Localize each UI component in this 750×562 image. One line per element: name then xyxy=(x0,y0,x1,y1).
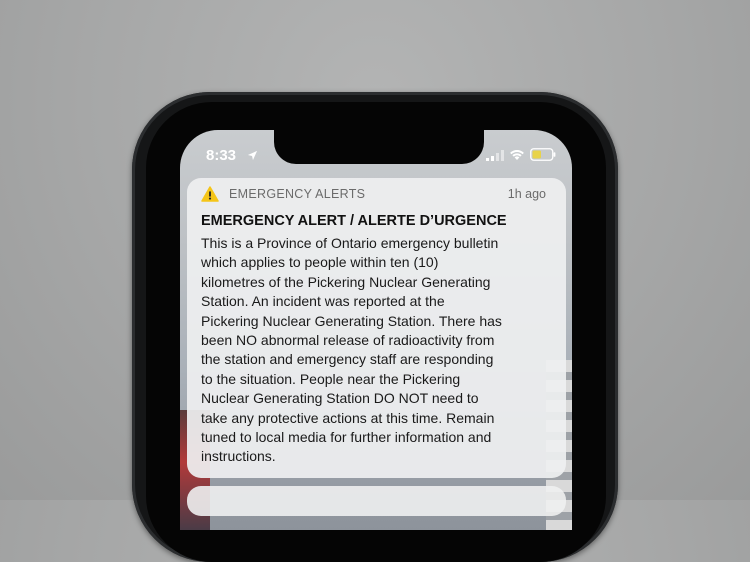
signal-icon xyxy=(486,150,504,161)
body-line: been NO abnormal release of radioactivit… xyxy=(201,332,495,349)
body-line: Pickering Nuclear Generating Station. Th… xyxy=(201,312,502,329)
body-line: the station and emergency staff are resp… xyxy=(201,351,494,368)
body-line: kilometres of the Pickering Nuclear Gene… xyxy=(201,273,491,290)
wifi-icon xyxy=(510,150,524,160)
body-line: which applies to people within ten (10) xyxy=(201,254,439,271)
emergency-alert-notification[interactable]: EMERGENCY ALERTS 1h ago EMERGENCY ALERT … xyxy=(187,178,566,478)
notification-title: EMERGENCY ALERT / ALERTE D’URGENCE xyxy=(201,213,507,229)
body-line: to the situation. People near the Picker… xyxy=(201,370,461,387)
status-time: 8:33 xyxy=(206,147,237,164)
body-line: instructions. xyxy=(201,448,276,465)
camera-notch xyxy=(274,128,484,164)
notification-body: This is a Province of Ontario emergency … xyxy=(201,234,559,467)
warning-icon xyxy=(201,186,219,202)
location-arrow-icon xyxy=(247,150,258,161)
battery-icon xyxy=(530,148,556,161)
next-notification[interactable] xyxy=(187,486,566,516)
notification-header: EMERGENCY ALERTS 1h ago xyxy=(187,178,566,210)
body-line: take any protective actions at this time… xyxy=(201,409,495,426)
body-line: Station. An incident was reported at the xyxy=(201,293,445,310)
notification-timestamp: 1h ago xyxy=(507,187,546,201)
body-line: tuned to local media for further informa… xyxy=(201,429,492,446)
notification-app-name: EMERGENCY ALERTS xyxy=(229,187,366,201)
body-line: Nuclear Generating Station DO NOT need t… xyxy=(201,390,479,407)
body-line: This is a Province of Ontario emergency … xyxy=(201,235,499,251)
